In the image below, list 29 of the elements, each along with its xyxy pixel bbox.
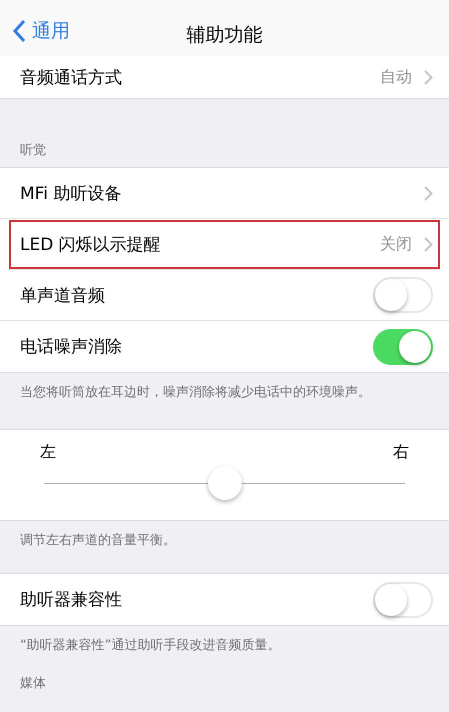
settings-row[interactable]: 音频通话方式 自动	[0, 56, 449, 98]
settings-row[interactable]: 助听器兼容性	[0, 574, 449, 625]
chevron-right-icon	[424, 236, 433, 252]
row-value: 关闭	[380, 234, 412, 254]
section-header: 听觉	[19, 142, 47, 160]
page-title: 辅助功能	[186, 23, 264, 48]
slider-thumb[interactable]	[208, 466, 242, 500]
section-footer: 当您将听筒放在耳边时，噪声消除将减少电话中的环境噪声。	[0, 373, 449, 429]
settings-row[interactable]: LED 闪烁以示提醒 关闭	[8, 219, 441, 270]
chevron-left-icon	[12, 19, 26, 43]
row-label: MFi 助听设备	[20, 182, 122, 204]
row-label: 电话噪声消除	[20, 336, 123, 358]
back-button[interactable]: 通用	[0, 18, 70, 44]
row-label: LED 闪烁以示提醒	[20, 234, 162, 256]
right-label: 右	[393, 442, 409, 463]
section-footer: 调节左右声道的音量平衡。	[0, 521, 449, 573]
row-value: 自动	[380, 66, 412, 88]
settings-row[interactable]: MFi 助听设备	[0, 168, 449, 219]
chevron-right-icon	[424, 70, 433, 84]
settings-row[interactable]: 单声道音频	[0, 270, 449, 321]
section-footer: “助听器兼容性”通过助听手段改进音频质量。	[0, 626, 449, 668]
settings-row[interactable]: 电话噪声消除	[0, 321, 449, 372]
row-label: 助听器兼容性	[20, 589, 123, 611]
row-label: 音频通话方式	[20, 66, 123, 88]
section-header: 媒体	[19, 675, 47, 693]
toggle-switch[interactable]	[373, 328, 433, 364]
row-label: 单声道音频	[20, 284, 106, 306]
chevron-right-icon	[424, 186, 433, 200]
left-label: 左	[40, 442, 56, 463]
